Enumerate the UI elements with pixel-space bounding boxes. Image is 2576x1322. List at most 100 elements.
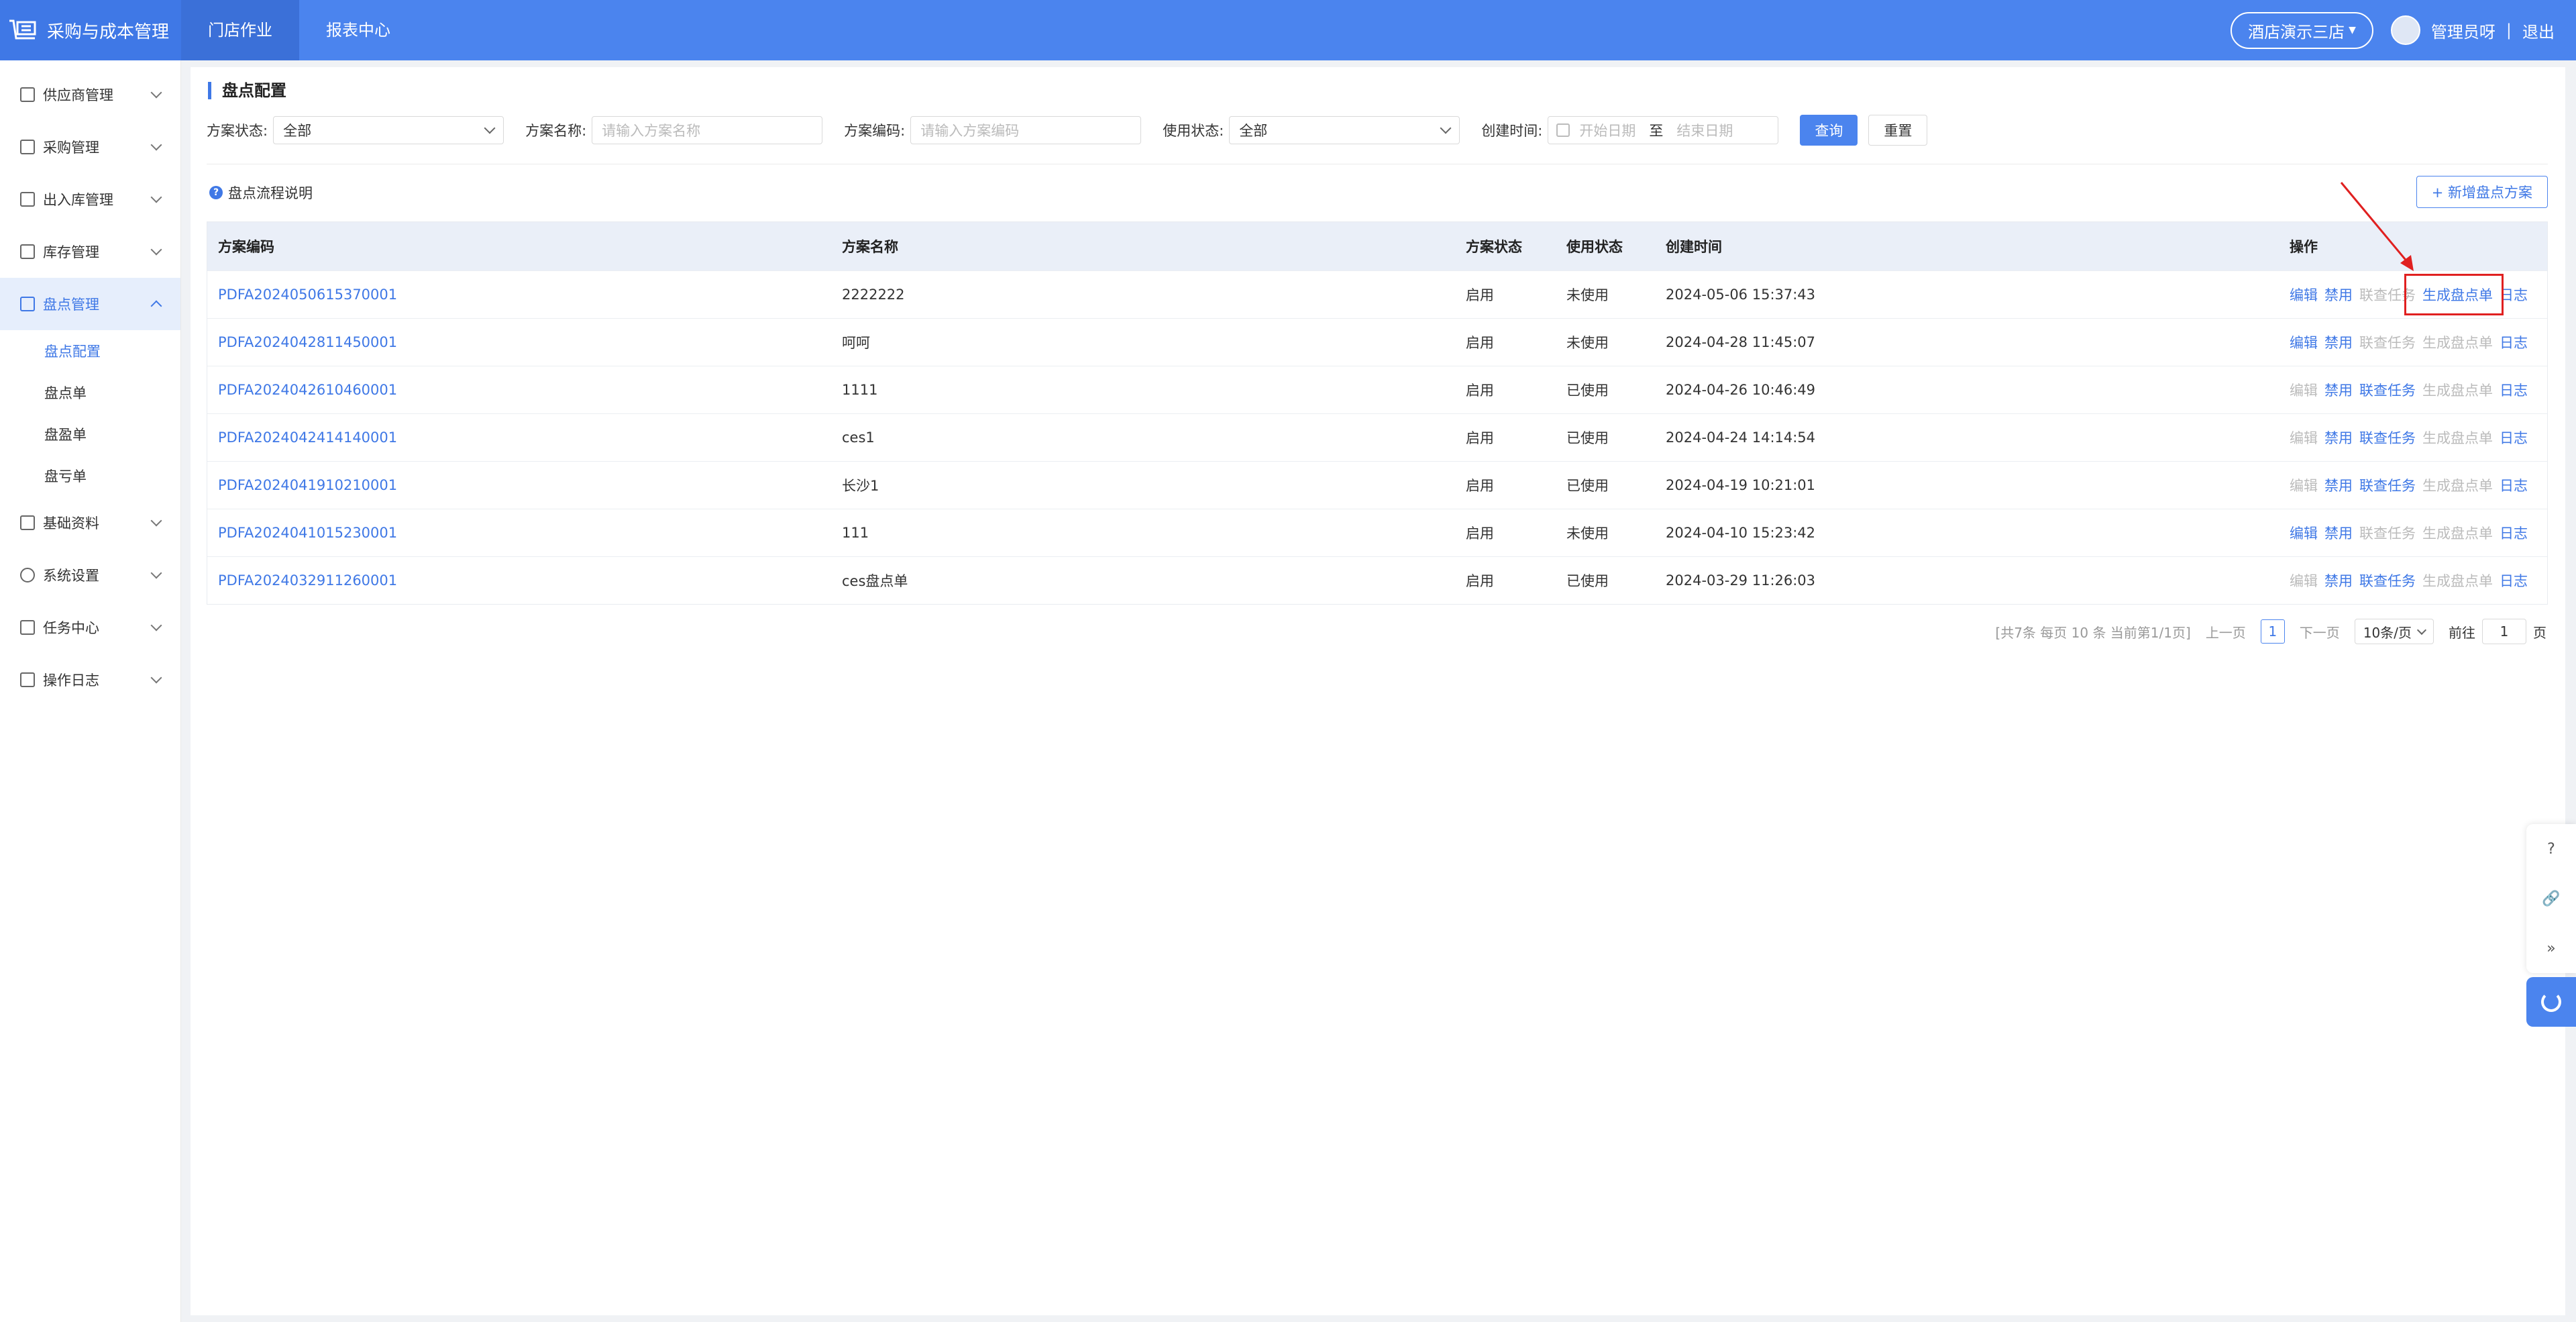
sidebar-item-label: 采购管理 — [43, 140, 99, 156]
gen-action[interactable]: 生成盘点单 — [2422, 427, 2493, 448]
purchase-icon — [20, 140, 35, 154]
log-action[interactable]: 日志 — [2500, 332, 2528, 352]
sidebar-item-label: 系统设置 — [43, 568, 99, 584]
edit-action[interactable]: 编辑 — [2290, 285, 2318, 305]
created-time: 2024-04-26 10:46:49 — [1666, 382, 1816, 398]
edit-action[interactable]: 编辑 — [2290, 332, 2318, 352]
plan-code-link[interactable]: PDFA2024042811450001 — [207, 334, 831, 350]
logout-link[interactable]: 退出 — [2522, 19, 2555, 42]
plan-code-link[interactable]: PDFA2024041015230001 — [207, 525, 831, 541]
store-name: 酒店演示三店 — [2248, 22, 2345, 42]
log-action[interactable]: 日志 — [2500, 475, 2528, 495]
collapse-icon[interactable]: » — [2526, 923, 2576, 973]
plan-code-link[interactable]: PDFA2024032911260001 — [207, 572, 831, 589]
add-plan-button[interactable]: + 新增盘点方案 — [2416, 176, 2548, 208]
nav-store-ops[interactable]: 门店作业 — [181, 0, 299, 60]
query-button[interactable]: 查询 — [1800, 115, 1858, 146]
inventory-icon — [20, 244, 35, 259]
log-action[interactable]: 日志 — [2500, 285, 2528, 305]
plan-name: 呵呵 — [842, 335, 870, 351]
main-content: 盘点配置 方案状态: 全部 方案名称: 请输入方案名称 方案编码: 请输入方案编… — [191, 67, 2565, 1315]
disable-action[interactable]: 禁用 — [2324, 285, 2353, 305]
avatar[interactable] — [2390, 15, 2420, 45]
sidebar-sub-loss[interactable]: 盘亏单 — [0, 455, 180, 497]
reset-button[interactable]: 重置 — [1868, 115, 1928, 146]
log-action[interactable]: 日志 — [2500, 380, 2528, 400]
goto-input[interactable]: 1 — [2482, 619, 2526, 644]
sidebar-item-inventory[interactable]: 库存管理 — [0, 225, 180, 278]
created-time: 2024-04-10 15:23:42 — [1666, 525, 1816, 541]
sidebar-item-purchase[interactable]: 采购管理 — [0, 121, 180, 173]
date-range-picker[interactable]: 开始日期 至 结束日期 — [1548, 116, 1779, 144]
chevron-down-icon — [1440, 122, 1452, 134]
code-input[interactable]: 请输入方案编码 — [910, 116, 1142, 144]
link-icon[interactable]: 🔗 — [2526, 874, 2576, 923]
disable-action[interactable]: 禁用 — [2324, 332, 2353, 352]
linked-action[interactable]: 联查任务 — [2359, 523, 2416, 543]
chevron-down-icon — [150, 244, 162, 256]
linked-action[interactable]: 联查任务 — [2359, 332, 2416, 352]
log-action[interactable]: 日志 — [2500, 523, 2528, 543]
linked-action[interactable]: 联查任务 — [2359, 475, 2416, 495]
plan-code-link[interactable]: PDFA2024041910210001 — [207, 477, 831, 493]
linked-action[interactable]: 联查任务 — [2359, 380, 2416, 400]
disable-action[interactable]: 禁用 — [2324, 380, 2353, 400]
disable-action[interactable]: 禁用 — [2324, 570, 2353, 591]
sidebar-sub-config[interactable]: 盘点配置 — [0, 330, 180, 372]
help-icon[interactable]: ? — [2526, 824, 2576, 874]
edit-action[interactable]: 编辑 — [2290, 523, 2318, 543]
name-input[interactable]: 请输入方案名称 — [592, 116, 823, 144]
linked-action[interactable]: 联查任务 — [2359, 427, 2416, 448]
linked-action[interactable]: 联查任务 — [2359, 570, 2416, 591]
sidebar-item-inout[interactable]: 出入库管理 — [0, 173, 180, 225]
nav-report-center[interactable]: 报表中心 — [299, 0, 417, 60]
gen-action[interactable]: 生成盘点单 — [2422, 570, 2493, 591]
edit-action[interactable]: 编辑 — [2290, 427, 2318, 448]
page-number[interactable]: 1 — [2260, 619, 2285, 644]
sidebar-item-tasks[interactable]: 任务中心 — [0, 601, 180, 654]
table-header: 方案编码 方案名称 方案状态 使用状态 创建时间 操作 — [207, 222, 2547, 270]
page-goto: 前往 1 页 — [2449, 619, 2546, 644]
plan-code-link[interactable]: PDFA2024042610460001 — [207, 382, 831, 398]
log-action[interactable]: 日志 — [2500, 570, 2528, 591]
sidebar-item-oplog[interactable]: 操作日志 — [0, 654, 180, 706]
sidebar-item-label: 库存管理 — [43, 244, 99, 260]
customer-service-button[interactable] — [2526, 977, 2576, 1027]
gen-action[interactable]: 生成盘点单 — [2422, 475, 2493, 495]
edit-action[interactable]: 编辑 — [2290, 570, 2318, 591]
sidebar-item-stocktake[interactable]: 盘点管理 — [0, 278, 180, 330]
sidebar-sub-stocktake-order[interactable]: 盘点单 — [0, 372, 180, 413]
plan-code-link[interactable]: PDFA2024050615370001 — [207, 287, 831, 303]
chevron-down-icon — [150, 87, 162, 99]
log-action[interactable]: 日志 — [2500, 427, 2528, 448]
plan-code-link[interactable]: PDFA2024042414140001 — [207, 429, 831, 446]
start-date-input[interactable]: 开始日期 — [1579, 120, 1635, 140]
page-size-select[interactable]: 10条/页 — [2354, 619, 2434, 644]
next-page-button[interactable]: 下一页 — [2300, 622, 2340, 642]
created-time: 2024-04-24 14:14:54 — [1666, 429, 1816, 446]
gen-action[interactable]: 生成盘点单 — [2422, 380, 2493, 400]
app-logo[interactable]: 采购与成本管理 — [0, 0, 181, 60]
floating-toolbar: ? 🔗 » — [2526, 824, 2576, 973]
disable-action[interactable]: 禁用 — [2324, 475, 2353, 495]
gen-action[interactable]: 生成盘点单 — [2422, 523, 2493, 543]
sidebar-item-basic-data[interactable]: 基础资料 — [0, 497, 180, 549]
sidebar-item-settings[interactable]: 系统设置 — [0, 549, 180, 601]
gen-action[interactable]: 生成盘点单 — [2422, 332, 2493, 352]
disable-action[interactable]: 禁用 — [2324, 523, 2353, 543]
disable-action[interactable]: 禁用 — [2324, 427, 2353, 448]
basic-data-icon — [20, 515, 35, 530]
use-status-select[interactable]: 全部 — [1229, 116, 1460, 144]
status-select[interactable]: 全部 — [273, 116, 504, 144]
process-help-link[interactable]: ? 盘点流程说明 — [209, 183, 313, 203]
store-selector[interactable]: 酒店演示三店 ▼ — [2231, 11, 2373, 49]
prev-page-button[interactable]: 上一页 — [2206, 622, 2246, 642]
user-name[interactable]: 管理员呀 — [2431, 19, 2496, 42]
end-date-input[interactable]: 结束日期 — [1676, 120, 1733, 140]
annotation-arrow — [2340, 182, 2414, 271]
sidebar-item-supplier[interactable]: 供应商管理 — [0, 68, 180, 121]
edit-action[interactable]: 编辑 — [2290, 380, 2318, 400]
sidebar-sub-surplus[interactable]: 盘盈单 — [0, 413, 180, 455]
sidebar-item-label: 出入库管理 — [43, 192, 113, 208]
edit-action[interactable]: 编辑 — [2290, 475, 2318, 495]
